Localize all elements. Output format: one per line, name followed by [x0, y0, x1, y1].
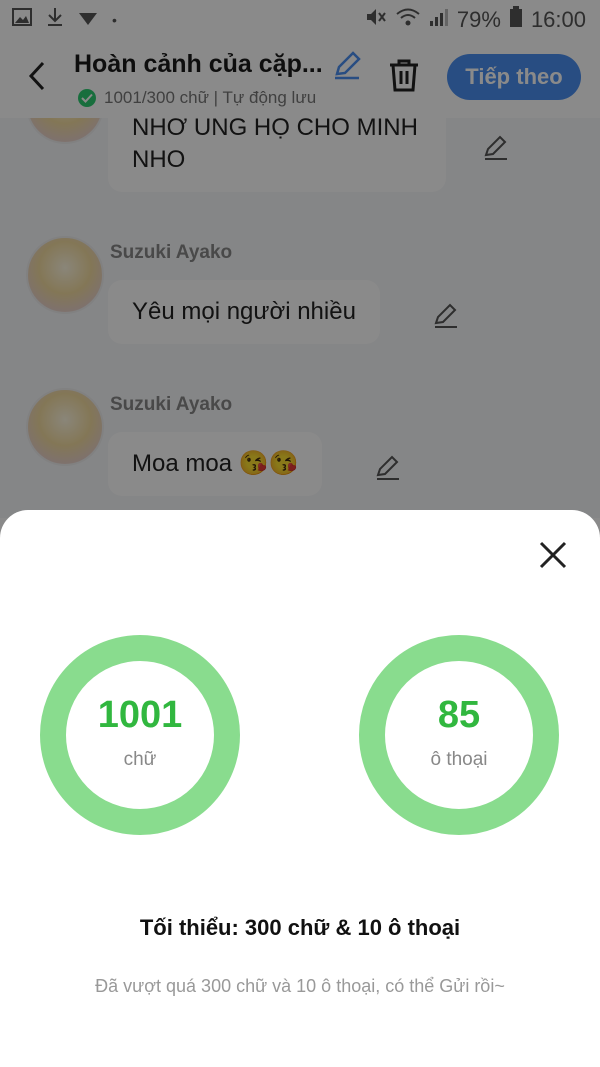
dialogue-count-ring: 85 ô thoại — [359, 635, 559, 835]
stats-bottom-sheet: 1001 chữ 85 ô thoại Tối thiểu: 300 chữ &… — [0, 510, 600, 1067]
close-icon — [539, 541, 567, 569]
requirement-hint: Đã vượt quá 300 chữ và 10 ô thoại, có th… — [95, 976, 505, 996]
word-count-ring: 1001 chữ — [40, 635, 240, 835]
minimum-requirement: Tối thiểu: 300 chữ & 10 ô thoại — [139, 915, 461, 940]
dialogue-count-label: ô thoại — [430, 748, 488, 770]
close-button[interactable] — [538, 540, 568, 570]
word-count-label: chữ — [123, 748, 157, 770]
word-count-value: 1001 — [97, 693, 183, 736]
dialogue-count-value: 85 — [437, 693, 481, 736]
